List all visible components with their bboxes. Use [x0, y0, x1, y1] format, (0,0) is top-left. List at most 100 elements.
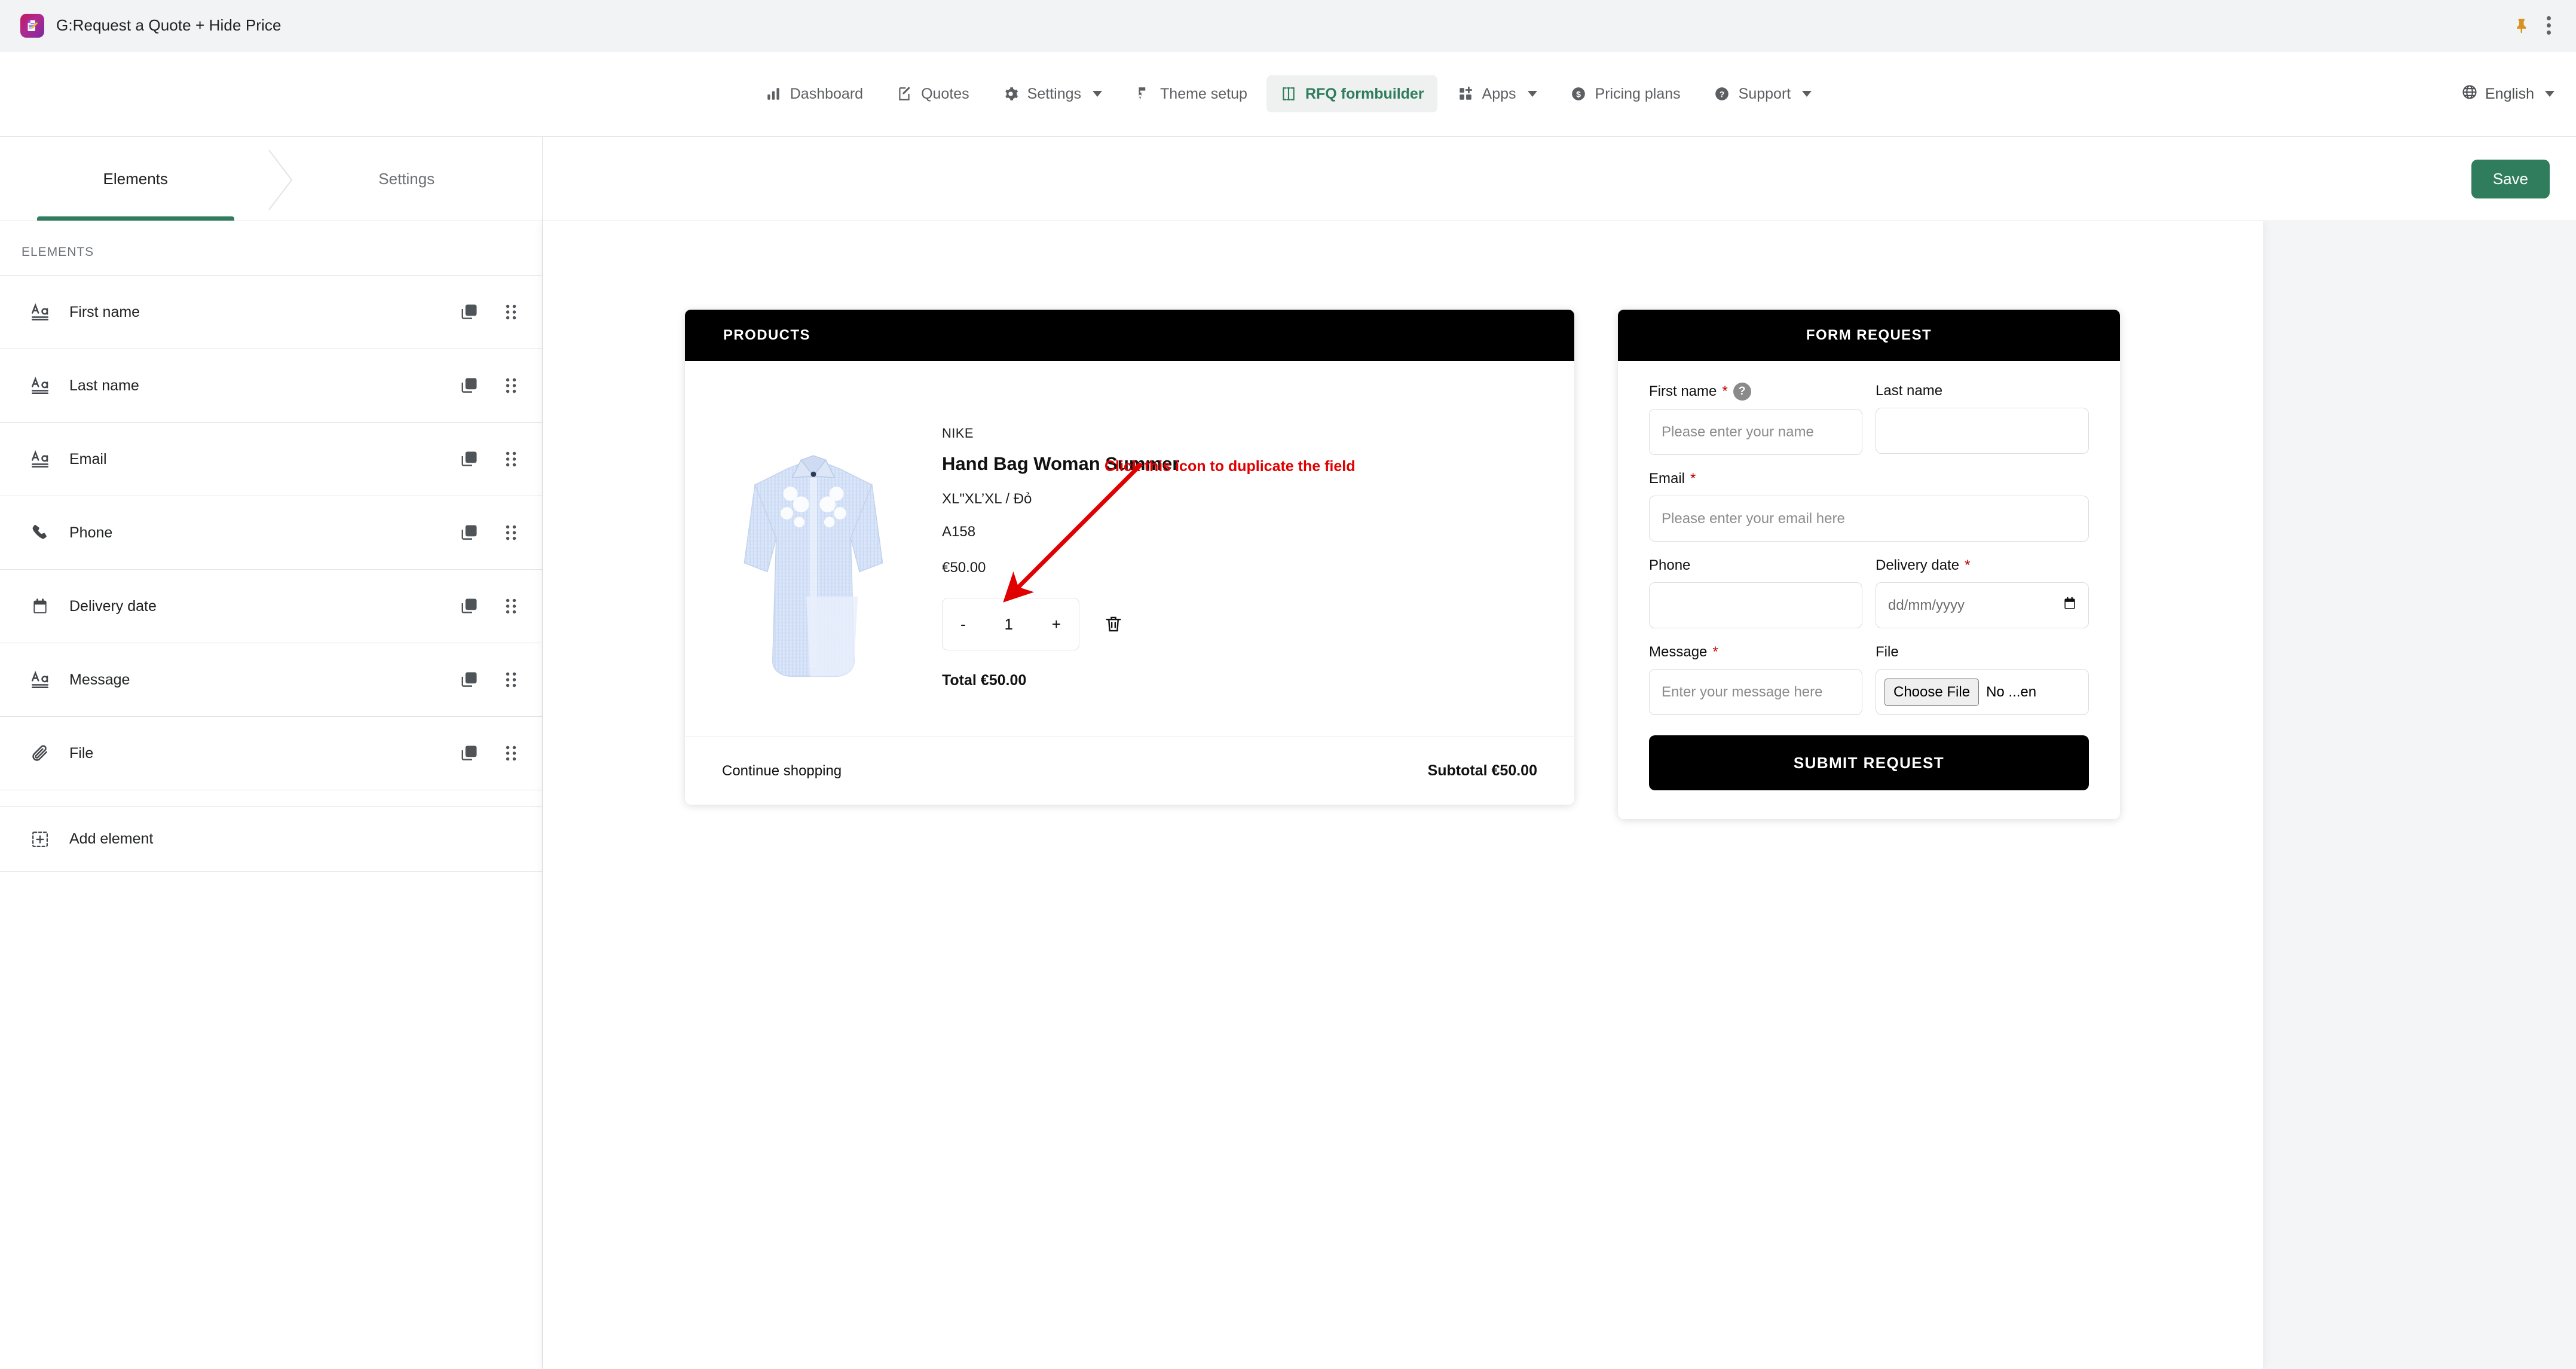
browser-chrome-bar: G:Request a Quote + Hide Price [0, 0, 2576, 51]
label-text: First name [1649, 383, 1717, 399]
element-row-message[interactable]: Message [0, 643, 542, 717]
form-row-message-file: Message * File Choose File [1649, 644, 2089, 715]
element-row-phone[interactable]: Phone [0, 496, 542, 570]
document-pencil-icon [20, 13, 44, 38]
drag-handle-icon[interactable] [501, 744, 521, 763]
duplicate-icon[interactable] [460, 744, 479, 763]
product-vendor: NIKE [942, 426, 974, 441]
field-delivery-date: Delivery date * dd/mm/yyyy [1876, 557, 2089, 628]
apps-grid-icon [1457, 85, 1474, 103]
nav-item-settings[interactable]: Settings [989, 75, 1115, 112]
preview-canvas-wrap: PRODUCTS NIKE Hand Bag Woman Summer XL"X… [543, 221, 2576, 1369]
dollar-coin-icon: $ [1570, 85, 1587, 103]
label-text: Delivery date [1876, 557, 1960, 573]
duplicate-icon[interactable] [460, 597, 479, 616]
annotation-arrow [1003, 462, 1143, 603]
date-placeholder: dd/mm/yyyy [1888, 597, 1965, 613]
product-image-graphic [744, 455, 883, 677]
nav-item-quotes[interactable]: Quotes [882, 75, 983, 112]
formbuilder-icon [1280, 85, 1298, 103]
storefront-preview: PRODUCTS NIKE Hand Bag Woman Summer XL"X… [685, 310, 2120, 819]
duplicate-icon[interactable] [460, 302, 479, 322]
browser-actions [2513, 16, 2556, 35]
nav-item-rfq-formbuilder[interactable]: RFQ formbuilder [1266, 75, 1437, 112]
chevron-down-icon [2545, 91, 2554, 97]
tab-label: Settings [378, 169, 435, 188]
first-name-input[interactable] [1649, 409, 1862, 455]
field-file: File Choose File No ...en [1876, 644, 2089, 715]
form-card-header: FORM REQUEST [1618, 310, 2120, 361]
drag-handle-icon[interactable] [501, 523, 521, 542]
element-row-delivery-date[interactable]: Delivery date [0, 570, 542, 643]
file-label: File [1876, 644, 2089, 661]
nav-item-theme-setup[interactable]: Theme setup [1121, 75, 1261, 112]
trash-icon[interactable] [1103, 614, 1124, 634]
tab-label: Elements [103, 169, 168, 188]
duplicate-icon[interactable] [460, 523, 479, 542]
drag-handle-icon[interactable] [501, 302, 521, 322]
nav-item-dashboard[interactable]: Dashboard [751, 75, 876, 112]
app-navigation: Dashboard Quotes Settings Theme setup RF… [0, 51, 2576, 137]
quantity-increment-button[interactable]: + [1052, 615, 1061, 634]
drag-handle-icon[interactable] [501, 376, 521, 395]
last-name-input[interactable] [1876, 408, 2089, 454]
file-input[interactable]: Choose File No ...en [1876, 669, 2089, 715]
element-row-file[interactable]: File [0, 717, 542, 790]
email-input[interactable] [1649, 496, 2089, 542]
question-circle-icon[interactable]: ? [1733, 383, 1751, 401]
drag-handle-icon[interactable] [501, 670, 521, 689]
element-label: Email [69, 450, 107, 467]
quantity-value: 1 [1004, 615, 1013, 633]
svg-text:$: $ [1576, 89, 1581, 99]
add-element-button[interactable]: Add element [0, 807, 542, 872]
language-selector[interactable]: English [2461, 84, 2554, 105]
choose-file-button[interactable]: Choose File [1884, 678, 1980, 706]
elements-section-label: ELEMENTS [0, 221, 542, 276]
pin-icon[interactable] [2513, 17, 2531, 35]
nav-item-label: RFQ formbuilder [1305, 85, 1424, 102]
first-name-label: First name * ? [1649, 383, 1862, 401]
element-row-last-name[interactable]: Last name [0, 349, 542, 423]
text-field-icon [27, 449, 53, 469]
tab-elements[interactable]: Elements [0, 137, 271, 221]
nav-item-apps[interactable]: Apps [1443, 75, 1550, 112]
element-label: Last name [69, 377, 139, 394]
field-message: Message * [1649, 644, 1862, 715]
required-marker: * [1965, 557, 1971, 573]
nav-item-support[interactable]: ? Support [1700, 75, 1825, 112]
save-button[interactable]: Save [2471, 159, 2550, 198]
element-label: First name [69, 303, 140, 320]
phone-input[interactable] [1649, 582, 1862, 628]
form-row-names: First name * ? Last name [1649, 383, 2089, 455]
question-circle-icon: ? [1713, 85, 1731, 103]
drag-handle-icon[interactable] [501, 450, 521, 469]
duplicate-icon[interactable] [460, 376, 479, 395]
duplicate-icon[interactable] [460, 450, 479, 469]
message-input[interactable] [1649, 669, 1862, 715]
phone-icon [27, 523, 53, 542]
product-image [685, 381, 942, 737]
continue-shopping-link[interactable]: Continue shopping [722, 763, 842, 780]
submit-request-button[interactable]: SUBMIT REQUEST [1649, 735, 2089, 790]
text-field-icon [27, 375, 53, 396]
duplicate-icon[interactable] [460, 670, 479, 689]
product-total: Total €50.00 [942, 672, 1027, 689]
add-element-icon [27, 830, 53, 848]
calendar-icon[interactable] [2062, 595, 2078, 615]
delivery-date-input[interactable]: dd/mm/yyyy [1876, 582, 2089, 628]
add-element-label: Add element [69, 830, 154, 847]
editor-toolbar: Save [543, 137, 2576, 221]
nav-item-pricing-plans[interactable]: $ Pricing plans [1556, 75, 1694, 112]
chevron-down-icon [1802, 91, 1812, 97]
editor-pane: Save PRODUCTS NIKE Hand Bag Woman Summer… [543, 137, 2576, 1369]
element-label: Message [69, 671, 130, 688]
tab-settings[interactable]: Settings [271, 137, 543, 221]
element-row-first-name[interactable]: First name [0, 276, 542, 349]
last-name-label: Last name [1876, 383, 2089, 399]
element-row-email[interactable]: Email [0, 423, 542, 496]
quantity-decrement-button[interactable]: - [960, 615, 966, 634]
globe-icon [2461, 84, 2478, 105]
drag-handle-icon[interactable] [501, 597, 521, 616]
form-request-card: FORM REQUEST First name * ? Please enter… [1618, 310, 2120, 819]
browser-menu-icon[interactable] [2547, 16, 2551, 35]
